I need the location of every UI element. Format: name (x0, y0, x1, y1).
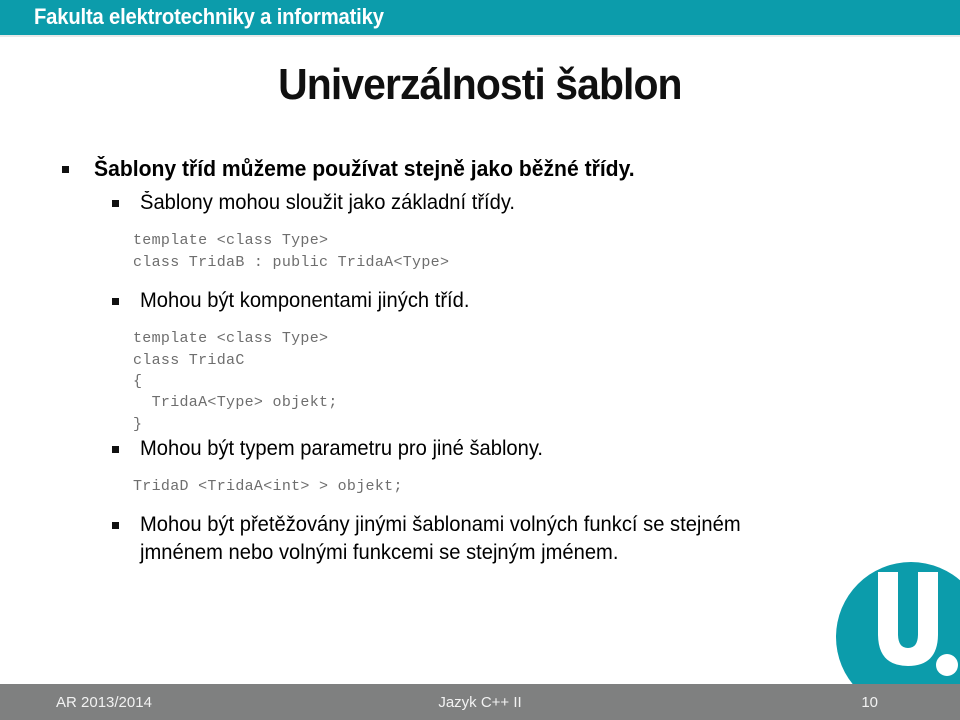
code-block-3: TridaD <TridaA<int> > objekt; (133, 478, 403, 496)
slide-body: Šablony tříd můžeme používat stejně jako… (0, 155, 960, 570)
code-block-1: template <class Type> class TridaB : pub… (133, 232, 450, 271)
bullet-square-icon (112, 522, 119, 530)
bullet-item-1: Šablony tříd můžeme používat stejně jako… (0, 155, 960, 183)
header-divider (0, 35, 960, 37)
bullet-item-5-label: Mohou být přetěžovány jinými šablonami v… (140, 513, 741, 564)
bullet-square-icon (112, 445, 119, 453)
bullet-item-1-label: Šablony tříd můžeme používat stejně jako… (94, 156, 635, 181)
bullet-item-3-label: Mohou být komponentami jiných tříd. (140, 289, 470, 313)
bullet-square-icon (112, 297, 119, 305)
bullet-item-3: Mohou být komponentami jiných tříd. (0, 287, 960, 314)
faculty-name: Fakulta elektrotechniky a informatiky (34, 4, 384, 29)
bullet-item-4: Mohou být typem parametru pro jiné šablo… (0, 435, 960, 462)
bullet-square-icon (62, 166, 69, 174)
logo-white-dot (936, 654, 958, 676)
page-title: Univerzálnosti šablon (0, 60, 960, 110)
footer-page-number: 10 (861, 694, 878, 711)
page-title-text: Univerzálnosti šablon (278, 60, 682, 109)
bullet-item-2: Šablony mohou sloužit jako základní tříd… (0, 189, 960, 216)
slide: Fakulta elektrotechniky a informatiky Un… (0, 0, 960, 720)
bullet-item-2-label: Šablony mohou sloužit jako základní tříd… (140, 191, 516, 215)
code-block-2: template <class Type> class TridaC { Tri… (133, 330, 338, 433)
bullet-item-4-label: Mohou být typem parametru pro jiné šablo… (140, 436, 544, 460)
bullet-item-5: Mohou být přetěžovány jinými šablonami v… (0, 511, 960, 566)
bullet-square-icon (112, 200, 119, 208)
